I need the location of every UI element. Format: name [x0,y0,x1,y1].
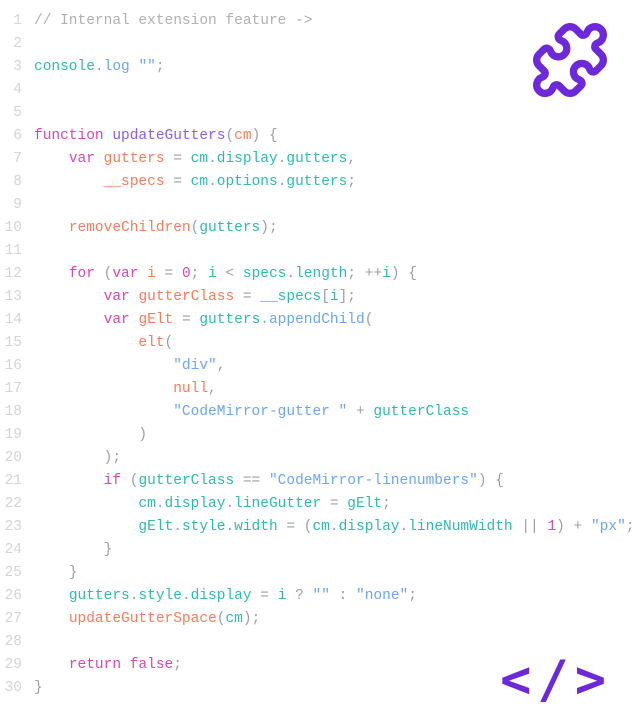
code-content[interactable]: removeChildren(gutters); [34,217,640,240]
code-content[interactable]: gElt.style.width = (cm.display.lineNumWi… [34,516,640,539]
code-content[interactable]: } [34,562,640,585]
line-number: 27 [0,608,34,631]
code-content[interactable] [34,240,640,263]
line-number: 22 [0,493,34,516]
code-content[interactable]: cm.display.lineGutter = gElt; [34,493,640,516]
code-line[interactable]: 10 removeChildren(gutters); [0,217,640,240]
code-line[interactable]: 25 } [0,562,640,585]
line-number: 25 [0,562,34,585]
line-number: 10 [0,217,34,240]
line-number: 5 [0,102,34,125]
line-number: 21 [0,470,34,493]
code-content[interactable]: var gutters = cm.display.gutters, [34,148,640,171]
line-number: 20 [0,447,34,470]
code-line[interactable]: 14 var gElt = gutters.appendChild( [0,309,640,332]
line-number: 6 [0,125,34,148]
code-content[interactable]: "CodeMirror-gutter " + gutterClass [34,401,640,424]
code-line[interactable]: 11 [0,240,640,263]
line-number: 2 [0,33,34,56]
code-content[interactable]: var gutterClass = __specs[i]; [34,286,640,309]
code-line[interactable]: 7 var gutters = cm.display.gutters, [0,148,640,171]
code-line[interactable]: 9 [0,194,640,217]
code-line[interactable]: 23 gElt.style.width = (cm.display.lineNu… [0,516,640,539]
line-number: 13 [0,286,34,309]
line-number: 1 [0,10,34,33]
code-content[interactable]: elt( [34,332,640,355]
code-content[interactable]: ) [34,424,640,447]
line-number: 11 [0,240,34,263]
line-number: 19 [0,424,34,447]
line-number: 7 [0,148,34,171]
line-number: 30 [0,677,34,700]
code-line[interactable]: 8 __specs = cm.options.gutters; [0,171,640,194]
code-content[interactable] [34,194,640,217]
code-content[interactable]: if (gutterClass == "CodeMirror-linenumbe… [34,470,640,493]
puzzle-icon [530,20,610,109]
code-line[interactable]: 6function updateGutters(cm) { [0,125,640,148]
code-line[interactable]: 18 "CodeMirror-gutter " + gutterClass [0,401,640,424]
code-line[interactable]: 20 ); [0,447,640,470]
line-number: 26 [0,585,34,608]
line-number: 14 [0,309,34,332]
code-line[interactable]: 19 ) [0,424,640,447]
code-content[interactable]: for (var i = 0; i < specs.length; ++i) { [34,263,640,286]
line-number: 29 [0,654,34,677]
code-content[interactable]: updateGutterSpace(cm); [34,608,640,631]
line-number: 9 [0,194,34,217]
code-line[interactable]: 22 cm.display.lineGutter = gElt; [0,493,640,516]
line-number: 8 [0,171,34,194]
code-line[interactable]: 12 for (var i = 0; i < specs.length; ++i… [0,263,640,286]
line-number: 16 [0,355,34,378]
code-angle-icon: </> [500,669,612,692]
code-content[interactable]: gutters.style.display = i ? "" : "none"; [34,585,640,608]
code-line[interactable]: 15 elt( [0,332,640,355]
code-line[interactable]: 24 } [0,539,640,562]
code-line[interactable]: 27 updateGutterSpace(cm); [0,608,640,631]
line-number: 24 [0,539,34,562]
code-line[interactable]: 21 if (gutterClass == "CodeMirror-linenu… [0,470,640,493]
line-number: 12 [0,263,34,286]
line-number: 28 [0,631,34,654]
code-content[interactable]: } [34,539,640,562]
line-number: 4 [0,79,34,102]
code-content[interactable]: "div", [34,355,640,378]
code-content[interactable]: __specs = cm.options.gutters; [34,171,640,194]
code-line[interactable]: 13 var gutterClass = __specs[i]; [0,286,640,309]
line-number: 3 [0,56,34,79]
code-line[interactable]: 17 null, [0,378,640,401]
code-line[interactable]: 26 gutters.style.display = i ? "" : "non… [0,585,640,608]
code-content[interactable]: null, [34,378,640,401]
code-content[interactable]: var gElt = gutters.appendChild( [34,309,640,332]
line-number: 18 [0,401,34,424]
code-content[interactable]: ); [34,447,640,470]
line-number: 15 [0,332,34,355]
code-content[interactable]: function updateGutters(cm) { [34,125,640,148]
code-line[interactable]: 16 "div", [0,355,640,378]
line-number: 17 [0,378,34,401]
line-number: 23 [0,516,34,539]
